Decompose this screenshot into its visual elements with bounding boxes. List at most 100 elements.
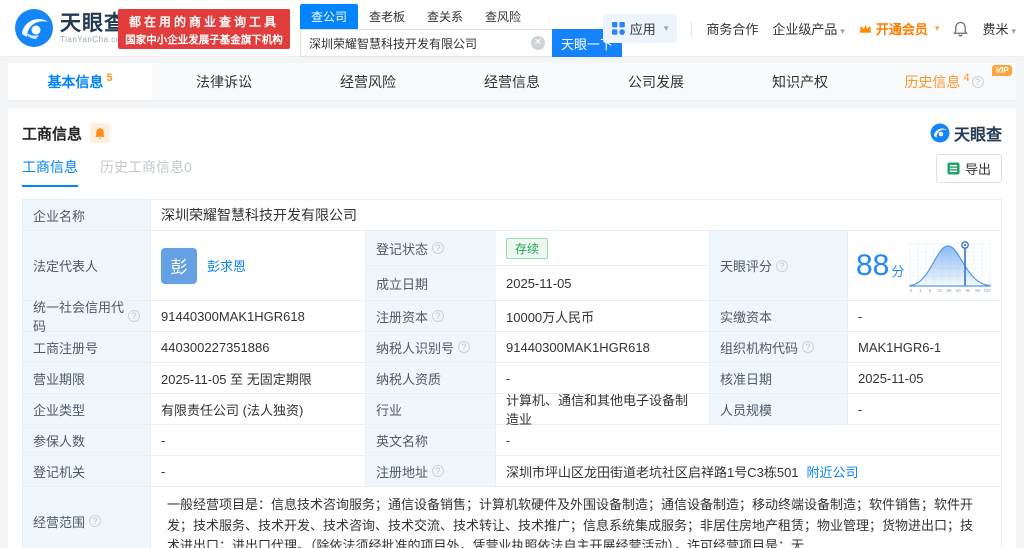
notification-bell-icon[interactable] [953,21,968,37]
search-input[interactable] [300,29,552,57]
info-icon[interactable] [432,310,444,322]
apps-grid-icon [612,22,625,35]
tab-history-info[interactable]: VIP 历史信息4 [872,63,1016,100]
nav-divider [691,22,692,36]
apps-label: 应用 [630,19,656,38]
info-icon[interactable] [432,465,444,477]
nearby-companies-link[interactable]: 附近公司 [807,462,859,481]
field-value: 2025-11-05 至 无固定期限 [151,363,366,393]
field-label: 企业类型 [23,394,151,424]
clear-icon[interactable]: ✕ [531,36,545,50]
svg-text:95: 95 [966,288,971,293]
registered-address: 深圳市坪山区龙田街道老坑社区启祥路1号C3栋501 [506,462,799,481]
field-label: 天眼评分 [710,231,848,300]
field-label: 注册地址 [366,456,496,486]
tianyancha-logo-icon [14,8,54,48]
user-menu[interactable]: 费米 [982,19,1016,38]
nav-enterprise-products[interactable]: 企业级产品 [772,19,845,38]
field-value: - [151,456,366,486]
search-tabs: 查公司 查老板 查关系 查风险 [300,5,622,29]
username: 费米 [982,22,1008,37]
info-icon[interactable] [972,76,984,88]
table-row: 企业名称 深圳荣耀智慧科技开发有限公司 [23,200,1001,231]
business-registration-table: 企业名称 深圳荣耀智慧科技开发有限公司 法定代表人 彭 彭求恩 登记状态 存续 [22,199,1002,548]
excel-icon [947,162,960,175]
nav-business-cooperation[interactable]: 商务合作 [706,19,758,38]
info-icon[interactable] [89,515,101,527]
score-distribution-chart: 0 1 5 15 50 80 95 99 100 [908,238,992,294]
apps-menu[interactable]: 应用 [603,14,678,43]
tianyancha-logo[interactable]: 天眼查 TianYanCha.com [14,8,128,48]
field-label: 成立日期 [366,266,496,300]
field-value: 10000万人民币 [496,301,710,331]
table-row: 法定代表人 彭 彭求恩 登记状态 存续 成立日期 2025-11-05 [23,231,1001,301]
registration-status-badge: 存续 [506,238,548,259]
info-icon[interactable] [776,260,788,272]
search-tab-company[interactable]: 查公司 [300,4,358,29]
search-tab-boss[interactable]: 查老板 [358,4,416,29]
field-label: 行业 [366,394,496,424]
nav-open-vip[interactable]: 开通会员 [859,19,940,38]
field-label: 统一社会信用代码 [23,301,151,331]
field-label: 参保人数 [23,425,151,455]
svg-text:0: 0 [910,288,913,293]
field-label: 经营范围 [23,487,151,548]
field-value: - [496,363,710,393]
legal-rep-avatar[interactable]: 彭 [161,248,197,284]
field-value: 2025-11-05 [496,266,709,300]
slogan-line1: 都在用的商业查询工具 [118,13,290,30]
table-row: 工商注册号 440300227351886 纳税人识别号 91440300MAK… [23,332,1001,363]
field-label: 工商注册号 [23,332,151,362]
section-title: 工商信息 [22,123,82,144]
tianyan-score: 88 分 [848,231,1001,300]
tab-intellectual-property[interactable]: 知识产权 [728,63,872,100]
top-nav: 应用 商务合作 企业级产品 开通会员 费米 [603,0,1016,57]
subtab-history-business-info[interactable]: 历史工商信息0 [100,157,192,187]
svg-text:1: 1 [920,288,923,293]
tab-legal-litigation[interactable]: 法律诉讼 [152,63,296,100]
table-row: 登记机关 - 注册地址 深圳市坪山区龙田街道老坑社区启祥路1号C3栋501 附近… [23,456,1001,487]
business-info-card: 工商信息 天眼查 工商信息 历史工商信息0 导出 [8,109,1016,548]
field-label: 核准日期 [710,363,848,393]
info-icon[interactable] [128,310,140,322]
watermark-logo: 天眼查 [930,121,1002,145]
field-label: 企业名称 [23,200,151,230]
company-detail-tabs: 基本信息5 法律诉讼 经营风险 经营信息 公司发展 知识产权 VIP 历史信息4 [8,63,1016,101]
field-label: 登记机关 [23,456,151,486]
field-label: 法定代表人 [23,231,151,300]
info-icon[interactable] [802,341,814,353]
tab-operation-risk[interactable]: 经营风险 [296,63,440,100]
svg-text:5: 5 [929,288,932,293]
top-header: 天眼查 TianYanCha.com 都在用的商业查询工具 国家中小企业发展子基… [0,0,1024,57]
svg-text:100: 100 [984,288,992,293]
info-icon[interactable] [432,242,444,254]
field-label: 英文名称 [366,425,496,455]
search-tab-relation[interactable]: 查关系 [416,4,474,29]
export-button[interactable]: 导出 [936,154,1002,183]
tab-basic-info[interactable]: 基本信息5 [8,63,152,100]
field-value: 2025-11-05 [848,363,1001,393]
crown-icon [859,23,872,35]
tab-count: 5 [106,72,112,84]
svg-text:50: 50 [947,288,952,293]
score-unit: 分 [891,261,904,280]
subscribe-bell-icon[interactable] [90,123,110,143]
field-value: - [496,425,1001,455]
tianyancha-mini-logo-icon [930,123,950,143]
score-value: 88 [856,251,889,281]
field-label: 纳税人识别号 [366,332,496,362]
field-value: - [848,301,1001,331]
svg-text:80: 80 [957,288,962,293]
vip-badge: VIP [992,65,1013,76]
sub-tabs: 工商信息 历史工商信息0 导出 [22,157,1002,187]
legal-rep-link[interactable]: 彭求恩 [207,256,246,275]
field-label: 组织机构代码 [710,332,848,362]
field-value: 91440300MAK1HGR618 [151,301,366,331]
subtab-business-info[interactable]: 工商信息 [22,157,78,187]
field-value: - [848,394,1001,424]
info-icon[interactable] [458,341,470,353]
search-tab-risk[interactable]: 查风险 [474,4,532,29]
field-value: 91440300MAK1HGR618 [496,332,710,362]
tab-company-development[interactable]: 公司发展 [584,63,728,100]
tab-operation-info[interactable]: 经营信息 [440,63,584,100]
